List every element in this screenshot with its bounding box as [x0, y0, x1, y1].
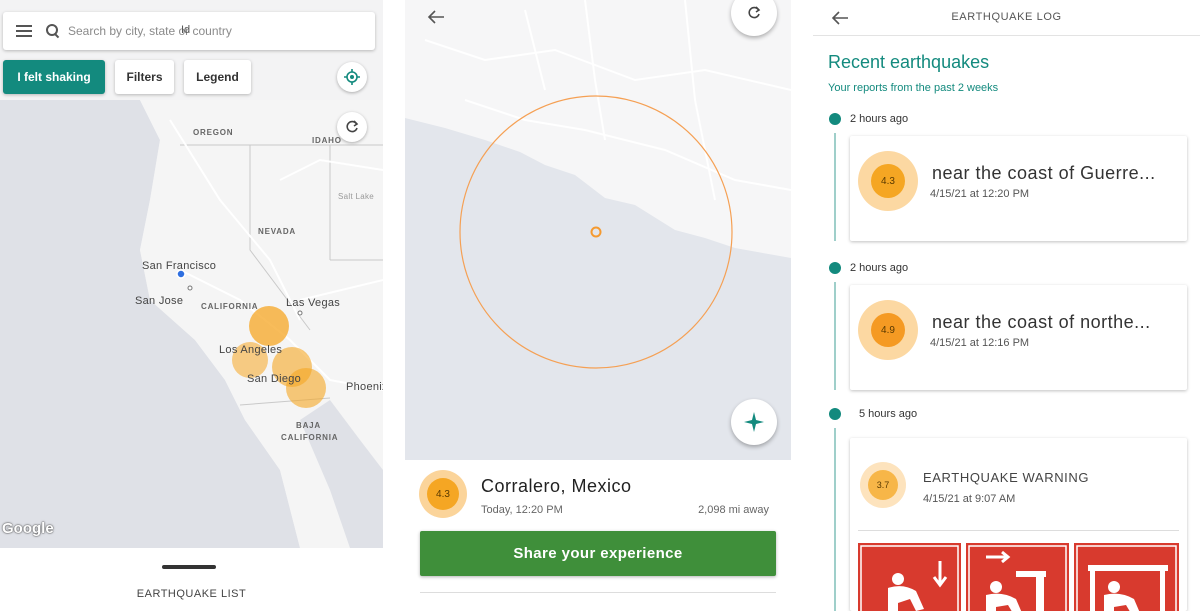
- back-arrow-icon[interactable]: [425, 6, 447, 28]
- event-distance: 2,098 mi away: [698, 504, 769, 516]
- event-title: near the coast of Guerre...: [932, 163, 1156, 183]
- cover-instruction-tile: [966, 543, 1069, 611]
- search-icon: [46, 24, 60, 38]
- magnitude-badge: 4.3: [419, 470, 467, 518]
- detail-screen: 4.3 Corralero, Mexico Today, 12:20 PM 2,…: [405, 0, 791, 611]
- time-ago-label: 5 hours ago: [859, 408, 918, 420]
- refresh-icon: [748, 6, 761, 19]
- label-baja-california: CALIFORNIA: [281, 433, 339, 442]
- label-salt-lake: Salt Lake: [338, 192, 375, 201]
- label-los-angeles: Los Angeles: [219, 344, 283, 356]
- earthquake-warning-card[interactable]: 3.7 EARTHQUAKE WARNING 4/15/21 at 9:07 A…: [850, 438, 1187, 611]
- earthquake-detail-card: 4.3 Corralero, Mexico Today, 12:20 PM 2,…: [405, 460, 791, 611]
- recent-earthquakes-subheading: Your reports from the past 2 weeks: [828, 82, 999, 94]
- drop-instruction-tile: [858, 543, 961, 611]
- drop-icon: [860, 545, 959, 611]
- refresh-icon: [346, 120, 359, 133]
- recent-earthquakes-heading: Recent earthquakes: [828, 52, 990, 72]
- timeline-dot: [829, 262, 841, 274]
- filters-button[interactable]: Filters: [115, 60, 174, 94]
- detail-map-geography: [405, 0, 791, 369]
- map-screen: OREGON IDAHO Salt Lake NEVADA San Franci…: [0, 0, 383, 611]
- label-las-vegas: Las Vegas: [286, 297, 341, 309]
- event-title: EARTHQUAKE WARNING: [923, 470, 1090, 485]
- drag-handle[interactable]: [162, 565, 216, 569]
- google-logo: Google: [2, 520, 54, 537]
- time-ago-label: 2 hours ago: [850, 113, 909, 125]
- place-title: Corralero, Mexico: [481, 476, 632, 496]
- my-location-button[interactable]: [337, 62, 367, 92]
- top-app-bar: EARTHQUAKE LOG: [813, 0, 1200, 36]
- event-title: near the coast of northe...: [932, 312, 1151, 332]
- sparkle-icon: [744, 412, 764, 432]
- menu-icon[interactable]: [16, 25, 32, 37]
- time-ago-label: 2 hours ago: [850, 262, 909, 274]
- hold-on-icon: [1076, 545, 1177, 611]
- refresh-button[interactable]: [337, 112, 367, 142]
- hold-on-instruction-tile: [1074, 543, 1179, 611]
- label-baja: BAJA: [296, 421, 321, 430]
- log-screen: EARTHQUAKE LOG Recent earthquakes Your r…: [813, 0, 1200, 611]
- search-bar[interactable]: Id: [3, 12, 375, 50]
- label-nevada: NEVADA: [258, 227, 296, 236]
- earthquake-log-card[interactable]: 4.9 near the coast of northe... 4/15/21 …: [850, 285, 1187, 390]
- earthquake-log-card[interactable]: 4.3 near the coast of Guerre... 4/15/21 …: [850, 136, 1187, 241]
- timeline-line: [834, 428, 836, 611]
- timeline-dot: [829, 113, 841, 125]
- label-san-diego: San Diego: [247, 373, 302, 385]
- event-date: 4/15/21 at 9:07 AM: [923, 493, 1016, 505]
- search-input[interactable]: [68, 24, 368, 38]
- divider: [420, 592, 776, 593]
- timeline-line: [834, 133, 836, 241]
- share-experience-button[interactable]: Share your experience: [420, 531, 776, 576]
- location-target-icon: [344, 69, 360, 85]
- magnitude-badge: 4.9: [858, 300, 918, 360]
- cover-icon: [968, 545, 1067, 611]
- magnitude-badge: 3.7: [860, 462, 906, 508]
- legend-button[interactable]: Legend: [184, 60, 251, 94]
- felt-shaking-button[interactable]: I felt shaking: [3, 60, 105, 94]
- screen-title: EARTHQUAKE LOG: [951, 11, 1062, 23]
- label-oregon: OREGON: [193, 128, 234, 137]
- label-idaho: IDAHO: [312, 136, 342, 145]
- event-date: 4/15/21 at 12:16 PM: [930, 337, 1030, 349]
- magnitude-value: 4.3: [427, 478, 459, 510]
- magnitude-value: 4.9: [871, 313, 905, 347]
- timeline-line: [834, 282, 836, 390]
- event-time: Today, 12:20 PM: [481, 504, 563, 516]
- magnitude-value: 4.3: [871, 164, 905, 198]
- divider: [858, 530, 1179, 531]
- bottom-sheet[interactable]: EARTHQUAKE LIST: [0, 548, 383, 611]
- detail-map[interactable]: [405, 0, 791, 460]
- label-san-francisco: San Francisco: [142, 260, 217, 272]
- earthquake-list-title: EARTHQUAKE LIST: [136, 588, 247, 600]
- event-date: 4/15/21 at 12:20 PM: [930, 188, 1030, 200]
- magnitude-badge: 4.3: [858, 151, 918, 211]
- label-san-jose: San Jose: [135, 295, 184, 307]
- search-overlap-label: Id: [181, 24, 191, 36]
- label-phoenix: Phoenix: [346, 381, 383, 393]
- label-california: CALIFORNIA: [201, 302, 259, 311]
- sparkle-fab-button[interactable]: [731, 399, 777, 445]
- timeline-dot: [829, 408, 841, 420]
- magnitude-value: 3.7: [868, 470, 898, 500]
